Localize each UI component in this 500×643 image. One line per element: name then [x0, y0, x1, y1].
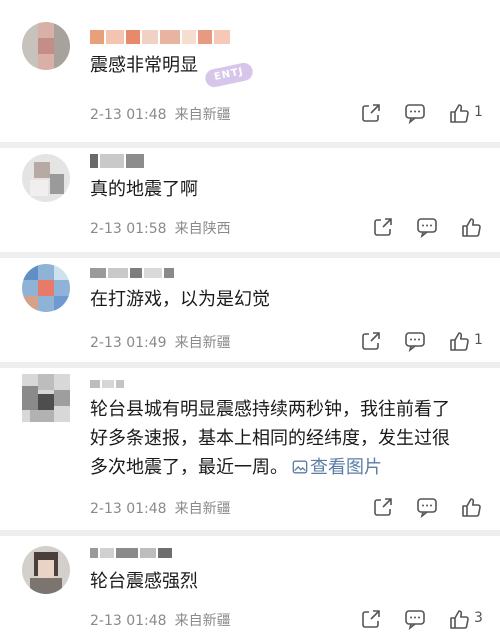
comment-text-line: 轮台县城有明显震感持续两秒钟，我往前看了: [90, 399, 450, 420]
comment-item: 震感非常明显 ENTJ 2-13 01:48 来自新疆 1: [0, 0, 500, 145]
comment-date: 2-13 01:49: [90, 335, 167, 351]
comment-date: 2-13 01:48: [90, 107, 167, 123]
comment-text: 轮台震感强烈: [90, 571, 198, 592]
username-redacted[interactable]: [90, 154, 144, 168]
comment-item: 在打游戏，以为是幻觉 2-13 01:49 来自新疆 1: [0, 258, 500, 370]
comment-location: 来自新疆: [174, 107, 231, 123]
comment-date: 2-13 01:48: [90, 501, 167, 517]
comment-text-line: 好多条速报，基本上相同的经纬度，发生过很: [90, 428, 450, 449]
comment-item: 轮台震感强烈 2-13 01:48 来自新疆 3: [0, 536, 500, 643]
like-count: 3: [474, 610, 483, 626]
like-icon[interactable]: [448, 102, 470, 124]
share-icon[interactable]: [360, 608, 382, 630]
share-icon[interactable]: [360, 102, 382, 124]
comment-location: 来自新疆: [174, 613, 231, 629]
share-icon[interactable]: [372, 216, 394, 238]
comment-meta: 2-13 01:58 来自陕西: [90, 218, 231, 238]
like-count: 1: [474, 332, 483, 348]
avatar[interactable]: [22, 264, 70, 312]
comment-date: 2-13 01:58: [90, 221, 167, 237]
share-icon[interactable]: [372, 496, 394, 518]
avatar[interactable]: [22, 22, 70, 70]
like-count: 1: [474, 104, 483, 120]
comment-icon[interactable]: [416, 496, 438, 518]
username-redacted[interactable]: [90, 30, 230, 44]
share-icon[interactable]: [360, 330, 382, 352]
comment-text-line: 多次地震了，最近一周。 查看图片: [90, 457, 382, 478]
comment-meta: 2-13 01:48 来自新疆: [90, 104, 231, 124]
comment-location: 来自新疆: [174, 335, 231, 351]
comment-meta: 2-13 01:48 来自新疆: [90, 610, 231, 630]
like-icon[interactable]: [460, 496, 482, 518]
comment-item: 真的地震了啊 2-13 01:58 来自陕西: [0, 148, 500, 258]
like-icon[interactable]: [460, 216, 482, 238]
username-redacted[interactable]: [90, 380, 124, 388]
username-redacted[interactable]: [90, 548, 172, 558]
avatar[interactable]: [22, 374, 70, 422]
comment-text: 真的地震了啊: [90, 179, 198, 200]
comment-text: 震感非常明显: [90, 55, 198, 76]
comment-date: 2-13 01:48: [90, 613, 167, 629]
like-icon[interactable]: [448, 608, 470, 630]
comment-location: 来自新疆: [174, 501, 231, 517]
avatar[interactable]: [22, 154, 70, 202]
comment-icon[interactable]: [416, 216, 438, 238]
view-image-link[interactable]: 查看图片: [288, 457, 382, 478]
comment-meta: 2-13 01:48 来自新疆: [90, 498, 231, 518]
comment-item: 轮台县城有明显震感持续两秒钟，我往前看了 好多条速报，基本上相同的经纬度，发生过…: [0, 368, 500, 536]
username-redacted[interactable]: [90, 268, 174, 278]
avatar[interactable]: [22, 546, 70, 594]
comment-icon[interactable]: [404, 102, 426, 124]
comment-location: 来自陕西: [174, 221, 231, 237]
image-icon: [292, 460, 308, 474]
comment-text: 在打游戏，以为是幻觉: [90, 289, 270, 310]
personality-badge: ENTJ: [203, 61, 255, 89]
comment-icon[interactable]: [404, 330, 426, 352]
like-icon[interactable]: [448, 330, 470, 352]
comment-meta: 2-13 01:49 来自新疆: [90, 332, 231, 352]
comment-icon[interactable]: [404, 608, 426, 630]
